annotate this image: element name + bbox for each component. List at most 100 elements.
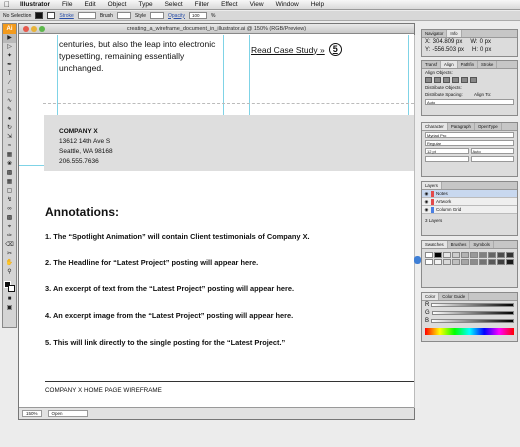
line-tool-icon[interactable]: ∕ [3, 79, 16, 88]
pencil-tool-icon[interactable]: ✎ [3, 106, 16, 115]
swatch-cell[interactable] [461, 252, 469, 258]
font-size-field[interactable]: 12 pt [425, 148, 469, 154]
tab-opentype[interactable]: OpenType [475, 123, 502, 130]
tab-info[interactable]: Info [447, 30, 462, 37]
stroke-swatch[interactable] [47, 12, 56, 19]
document-titlebar[interactable]: creating_a_wireframe_document_in_illustr… [19, 24, 414, 34]
green-slider[interactable] [431, 311, 514, 315]
spacing-field[interactable]: Auto [425, 99, 514, 105]
swatch-cell[interactable] [434, 259, 442, 265]
swatch-cell[interactable] [452, 259, 460, 265]
align-center-icon[interactable] [434, 77, 441, 83]
swatch-cell[interactable] [479, 252, 487, 258]
align-right-icon[interactable] [443, 77, 450, 83]
tab-symbols[interactable]: Symbols [470, 241, 494, 248]
swatch-cell[interactable] [479, 259, 487, 265]
layer-name[interactable]: Artwork [436, 199, 451, 204]
menu-edit[interactable]: Edit [78, 1, 101, 8]
tab-brushes[interactable]: Brushes [448, 241, 471, 248]
read-case-study-link[interactable]: Read Case Study » 5 [251, 43, 342, 56]
zoom-window-icon[interactable] [39, 26, 45, 32]
menu-view[interactable]: View [244, 1, 270, 8]
stroke-link[interactable]: Stroke [59, 13, 73, 19]
menu-type[interactable]: Type [132, 1, 158, 8]
crop-tool-icon[interactable]: ⌖ [3, 223, 16, 232]
stroke-color-icon[interactable] [8, 285, 15, 292]
swatch-cell[interactable] [452, 252, 460, 258]
paintbrush-tool-icon[interactable]: ∿ [3, 97, 16, 106]
eraser-tool-icon[interactable]: ⌫ [3, 241, 16, 250]
swatch-cell[interactable] [434, 252, 442, 258]
tab-color[interactable]: Color [422, 293, 440, 300]
swatch-cell[interactable] [488, 259, 496, 265]
graph-tool-icon[interactable]: ▩ [3, 169, 16, 178]
menu-filter[interactable]: Filter [189, 1, 215, 8]
apple-icon[interactable]:  [0, 0, 14, 9]
scrollbar-thumb[interactable] [414, 256, 421, 264]
swatch-cell[interactable] [443, 259, 451, 265]
close-window-icon[interactable] [23, 26, 29, 32]
menu-file[interactable]: File [56, 1, 78, 8]
tab-pathfinder[interactable]: Pathfin [458, 61, 478, 68]
leading-field[interactable]: Auto [470, 148, 514, 154]
stroke-weight-field[interactable] [77, 12, 96, 19]
swatch-cell[interactable] [506, 259, 514, 265]
visibility-eye-icon[interactable]: ◉ [424, 191, 429, 197]
font-family-select[interactable]: Myriad Pro [425, 132, 514, 138]
align-middle-icon[interactable] [461, 77, 468, 83]
align-bottom-icon[interactable] [470, 77, 477, 83]
menu-effect[interactable]: Effect [215, 1, 244, 8]
fill-swatch[interactable] [35, 12, 44, 19]
blue-slider[interactable] [431, 319, 514, 323]
pen-tool-icon[interactable]: ✒ [3, 61, 16, 70]
menu-window[interactable]: Window [270, 1, 305, 8]
swatch-cell[interactable] [425, 252, 433, 258]
blob-brush-tool-icon[interactable]: ● [3, 115, 16, 124]
visibility-eye-icon[interactable]: ◉ [424, 199, 429, 205]
tab-transform[interactable]: Transf [422, 61, 442, 68]
swatch-cell[interactable] [497, 259, 505, 265]
layer-row[interactable]: ◉ Column Grid [422, 206, 517, 214]
hand-tool-icon[interactable]: ✋ [3, 259, 16, 268]
font-style-select[interactable]: Regular [425, 140, 514, 146]
swatch-cell[interactable] [470, 259, 478, 265]
symbol-sprayer-tool-icon[interactable]: ❀ [3, 160, 16, 169]
status-mode[interactable]: Open [47, 410, 88, 417]
tab-color-guide[interactable]: Color Guide [439, 293, 470, 300]
layer-name[interactable]: Column Grid [436, 207, 461, 212]
tracking-field[interactable] [470, 156, 514, 162]
tab-character[interactable]: Character [422, 123, 448, 130]
selection-tool-icon[interactable]: ▶ [3, 34, 16, 43]
slice-tool-icon[interactable]: ✑ [3, 232, 16, 241]
vertical-scrollbar[interactable] [414, 35, 420, 408]
gradient-tool-icon[interactable]: ▢ [3, 187, 16, 196]
zoom-tool-icon[interactable]: ⚲ [3, 268, 16, 277]
screen-mode-icon[interactable]: ▣ [3, 304, 16, 313]
fill-stroke-swatches[interactable] [3, 281, 16, 295]
minimize-window-icon[interactable] [31, 26, 37, 32]
blend-tool-icon[interactable]: ∞ [3, 205, 16, 214]
swatch-cell[interactable] [470, 252, 478, 258]
layer-row[interactable]: ◉ Notes [422, 190, 517, 198]
color-mode-icon[interactable]: ■ [3, 295, 16, 304]
swatch-cell[interactable] [461, 259, 469, 265]
tab-stroke[interactable]: Stroke [478, 61, 498, 68]
kerning-field[interactable] [425, 156, 469, 162]
tab-navigator[interactable]: Navigator [422, 30, 448, 37]
tab-paragraph[interactable]: Paragraph [448, 123, 475, 130]
align-top-icon[interactable] [452, 77, 459, 83]
scale-tool-icon[interactable]: ⇲ [3, 133, 16, 142]
visibility-eye-icon[interactable]: ◉ [424, 207, 429, 213]
live-paint-tool-icon[interactable]: ▩ [3, 214, 16, 223]
read-case-study-label[interactable]: Read Case Study » [251, 45, 325, 55]
tab-align[interactable]: Align [441, 61, 458, 68]
layer-name[interactable]: Notes [436, 191, 448, 196]
brush-select[interactable] [116, 12, 131, 19]
tab-swatches[interactable]: Swatches [422, 241, 448, 248]
layer-row[interactable]: ◉ Artwork [422, 198, 517, 206]
mesh-tool-icon[interactable]: ▦ [3, 178, 16, 187]
tab-layers[interactable]: Layers [422, 182, 442, 189]
menu-object[interactable]: Object [102, 1, 133, 8]
swatch-cell[interactable] [425, 259, 433, 265]
red-slider[interactable] [431, 303, 514, 307]
